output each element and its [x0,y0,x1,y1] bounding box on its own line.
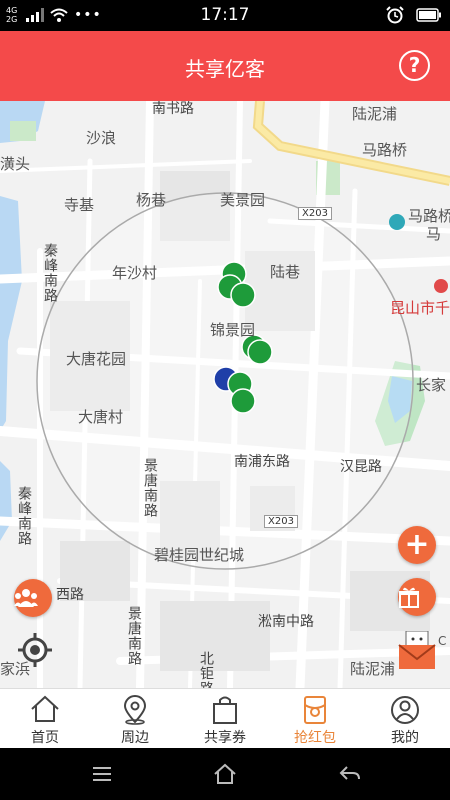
map-label: 景唐南路 [126,606,142,666]
map-label: 南浦东路 [234,454,290,470]
road-shield: X203 [298,207,332,220]
map-label: 碧桂园世纪城 [154,546,245,564]
status-bar: 4G 2G ••• 17:17 [0,0,450,31]
tab-label: 首页 [31,730,59,746]
map-label: 秦峰南路 [42,243,58,303]
add-button[interactable]: + [398,526,436,564]
map-label: 大唐花园 [66,350,127,368]
envelope-icon [398,631,436,669]
map-label: 长家 [416,376,447,394]
marker-green[interactable] [247,339,273,365]
page-title: 共享亿客 [185,57,265,81]
map-label: 北钜路 [198,651,214,688]
gift-button[interactable] [398,578,436,616]
water-canal [0,196,22,431]
home-nav-icon[interactable] [213,762,237,786]
tab-label: 抢红包 [294,730,336,746]
map-label: 南书路 [152,101,194,117]
map-label: 大唐村 [78,408,124,426]
locate-button[interactable] [16,631,54,669]
map-label: 陆泥浦 [350,660,396,678]
alarm-icon [386,6,404,24]
map-label: 年沙村 [112,264,158,282]
poi-hospital-icon [389,214,405,230]
map-label: 景唐南路 [142,458,158,518]
envelope-button[interactable] [398,631,438,671]
location-pin-icon [123,695,147,725]
map-label: 陆巷 [270,263,301,281]
map-label: 昆山市千 [390,299,450,317]
shopping-bag-icon [213,696,237,724]
status-right [386,6,442,24]
map-label: C 3 [438,634,450,648]
tab-red-packet[interactable]: 抢红包 [270,689,360,748]
plus-icon: + [404,527,430,562]
map-label: 美景园 [220,191,266,209]
system-nav-bar [0,748,450,800]
map-view[interactable]: 南书路 陆泥浦 沙浪 马路桥 潢头 寺基 杨巷 美景园 X203 马路桥 马 秦… [0,101,450,688]
red-packet-icon [304,696,326,724]
tab-shared-coupon[interactable]: 共享券 [180,689,270,748]
gift-icon [399,587,419,608]
tab-label: 我的 [391,730,419,746]
battery-icon [416,8,441,22]
group-button[interactable] [14,579,52,617]
map-label: 陆泥浦 [352,105,398,123]
map-label: 寺基 [64,196,95,214]
map-label: 马路桥 [362,141,408,159]
menu-icon[interactable] [90,762,114,786]
home-icon [31,695,59,722]
map-label: 锦景园 [210,321,256,339]
user-icon [391,696,419,724]
marker-green[interactable] [230,388,256,414]
map-label: 汉昆路 [340,459,382,475]
map-label: 淞南中路 [258,614,314,630]
tab-label: 共享券 [204,730,246,746]
tab-label: 周边 [121,730,149,746]
road-shield: X203 [264,515,298,528]
group-icon [14,589,38,607]
water-canal-2 [0,461,12,541]
map-label: 西路 [56,587,84,603]
map-label: 潢头 [0,155,31,173]
map-label: 马 [426,225,442,243]
poi-red-icon [434,279,448,293]
map-label: 沙浪 [86,129,117,147]
clock: 17:17 [200,5,250,25]
crosshair-icon [18,633,52,667]
map-label: 秦峰南路 [16,486,32,546]
map-label: 杨巷 [136,191,167,209]
tab-nearby[interactable]: 周边 [90,689,180,748]
help-button[interactable]: ? [399,50,430,81]
tab-home[interactable]: 首页 [0,689,90,748]
green-plot-2 [10,121,36,141]
app-header: 共享亿客 ? [0,31,450,101]
marker-green[interactable] [230,282,256,308]
tab-profile[interactable]: 我的 [360,689,450,748]
back-icon[interactable] [338,762,362,786]
bottom-tab-bar: 首页 周边 共享券 抢红包 我的 [0,688,450,748]
